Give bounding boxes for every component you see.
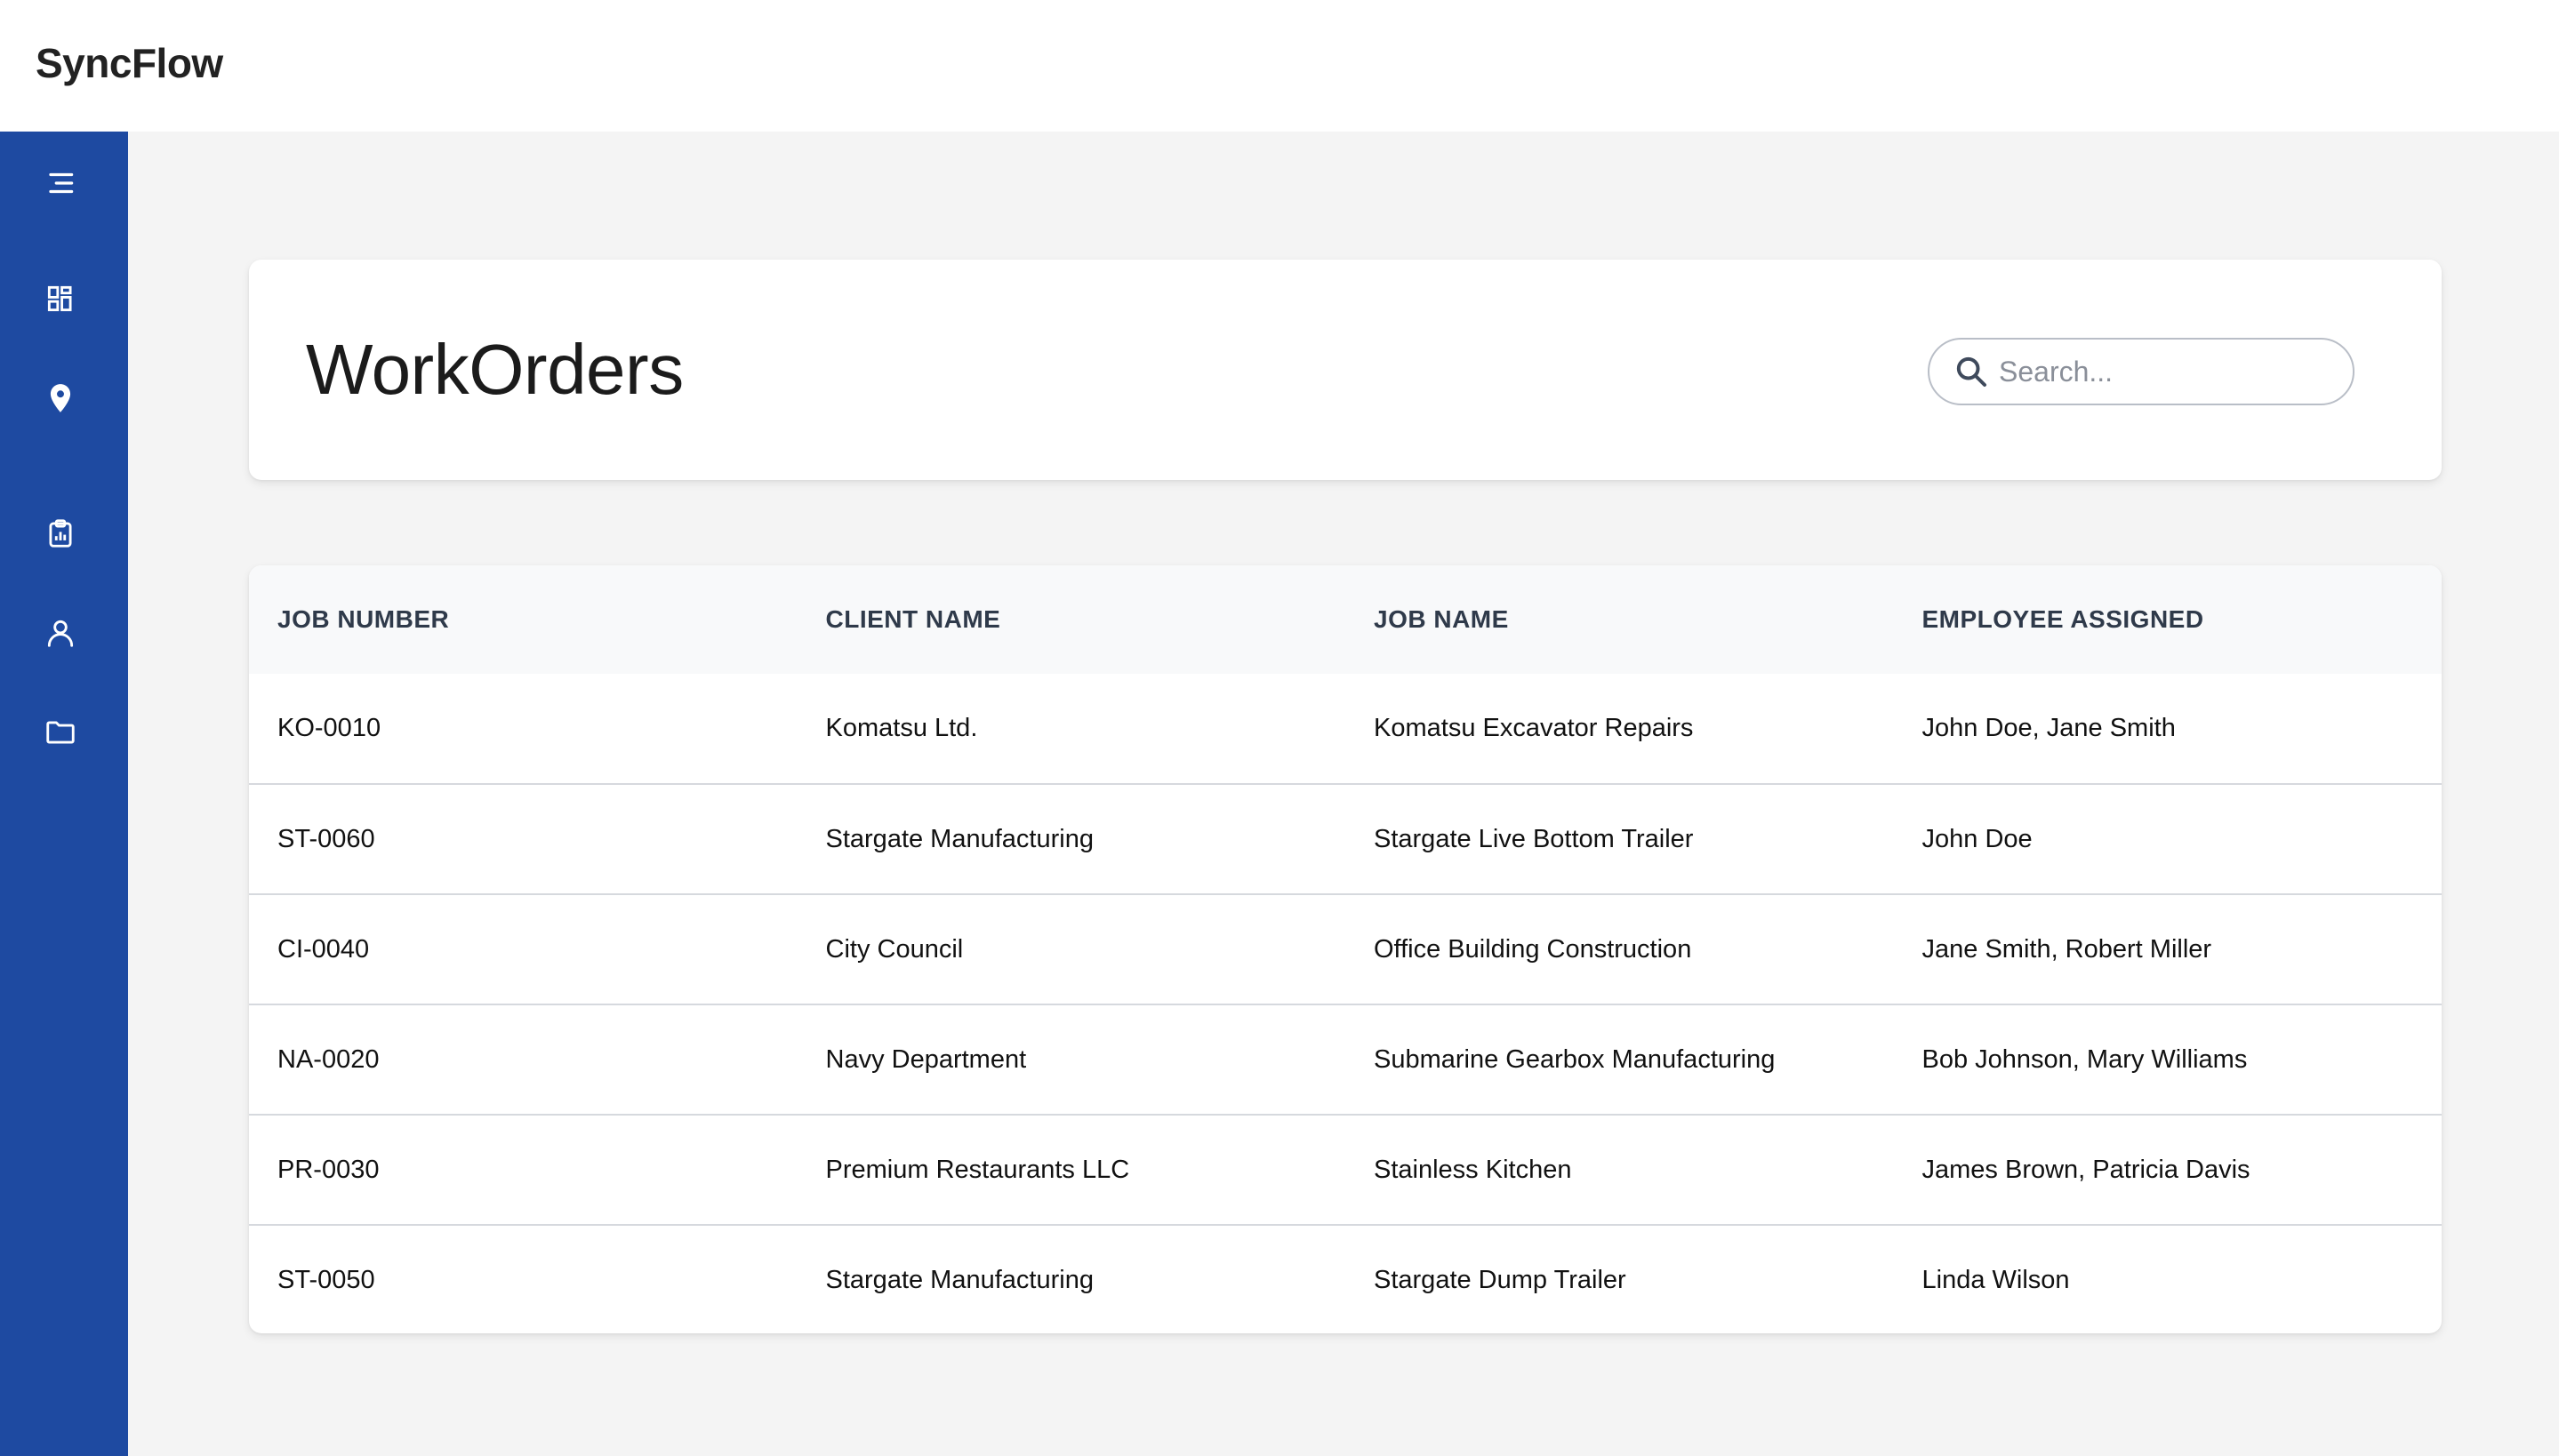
page-header-card: WorkOrders — [249, 260, 2442, 480]
job-name-cell: Stargate Dump Trailer — [1374, 1266, 1626, 1294]
job-number-cell: PR-0030 — [277, 1155, 380, 1184]
employee-assigned-cell: John Doe — [1921, 824, 2033, 853]
client-name-cell: Stargate Manufacturing — [825, 824, 1094, 853]
job-number-cell: CI-0040 — [277, 934, 370, 964]
app-logo[interactable]: SyncFlow — [36, 39, 223, 87]
table-row[interactable]: PR-0030 Premium Restaurants LLC Stainles… — [249, 1115, 2442, 1225]
menu-icon[interactable] — [37, 160, 84, 206]
job-name-cell: Stargate Live Bottom Trailer — [1374, 824, 1694, 853]
employee-assigned-cell: Jane Smith, Robert Miller — [1921, 934, 2212, 964]
page-title: WorkOrders — [306, 330, 684, 409]
top-bar: SyncFlow — [0, 0, 2559, 132]
employee-assigned-cell: James Brown, Patricia Davis — [1921, 1155, 2250, 1184]
table-row[interactable]: KO-0010 Komatsu Ltd. Komatsu Excavator R… — [249, 674, 2442, 784]
folder-icon[interactable] — [37, 709, 84, 756]
search-icon — [1951, 351, 1992, 392]
job-name-cell: Komatsu Excavator Repairs — [1374, 714, 1694, 742]
main-content: WorkOrders JOB NUMBER CLIENT NAME JOB NA… — [128, 132, 2559, 1456]
location-pin-icon[interactable] — [37, 375, 84, 421]
search-box[interactable] — [1928, 338, 2354, 405]
table-row[interactable]: ST-0050 Stargate Manufacturing Stargate … — [249, 1225, 2442, 1333]
employee-assigned-cell: Linda Wilson — [1921, 1266, 2070, 1294]
job-name-cell: Office Building Construction — [1374, 934, 1692, 964]
job-number-cell: KO-0010 — [277, 714, 381, 742]
search-input[interactable] — [1999, 355, 2319, 388]
column-header-job-number[interactable]: JOB NUMBER — [249, 565, 798, 674]
column-header-job-name[interactable]: JOB NAME — [1345, 565, 1894, 674]
table-row[interactable]: ST-0060 Stargate Manufacturing Stargate … — [249, 784, 2442, 894]
client-name-cell: Komatsu Ltd. — [825, 714, 978, 742]
user-icon[interactable] — [37, 610, 84, 656]
clipboard-report-icon[interactable] — [37, 510, 84, 556]
sidebar — [0, 132, 128, 1456]
job-number-cell: ST-0050 — [277, 1266, 375, 1294]
client-name-cell: Premium Restaurants LLC — [825, 1155, 1130, 1184]
table-row[interactable]: NA-0020 Navy Department Submarine Gearbo… — [249, 1004, 2442, 1115]
employee-assigned-cell: John Doe, Jane Smith — [1921, 714, 2176, 742]
table-header-row: JOB NUMBER CLIENT NAME JOB NAME EMPLOYEE… — [249, 565, 2442, 674]
client-name-cell: Stargate Manufacturing — [825, 1266, 1094, 1294]
column-header-employee-assigned[interactable]: EMPLOYEE ASSIGNED — [1894, 565, 2443, 674]
workorders-table-card: JOB NUMBER CLIENT NAME JOB NAME EMPLOYEE… — [249, 565, 2442, 1333]
dashboard-icon[interactable] — [37, 276, 84, 322]
workorders-table: JOB NUMBER CLIENT NAME JOB NAME EMPLOYEE… — [249, 565, 2442, 1333]
job-number-cell: NA-0020 — [277, 1044, 380, 1074]
job-name-cell: Submarine Gearbox Manufacturing — [1374, 1044, 1776, 1074]
column-header-client-name[interactable]: CLIENT NAME — [798, 565, 1346, 674]
job-name-cell: Stainless Kitchen — [1374, 1155, 1572, 1184]
job-number-cell: ST-0060 — [277, 824, 375, 853]
table-row[interactable]: CI-0040 City Council Office Building Con… — [249, 894, 2442, 1004]
client-name-cell: Navy Department — [825, 1044, 1027, 1074]
employee-assigned-cell: Bob Johnson, Mary Williams — [1921, 1044, 2248, 1074]
client-name-cell: City Council — [825, 934, 964, 964]
